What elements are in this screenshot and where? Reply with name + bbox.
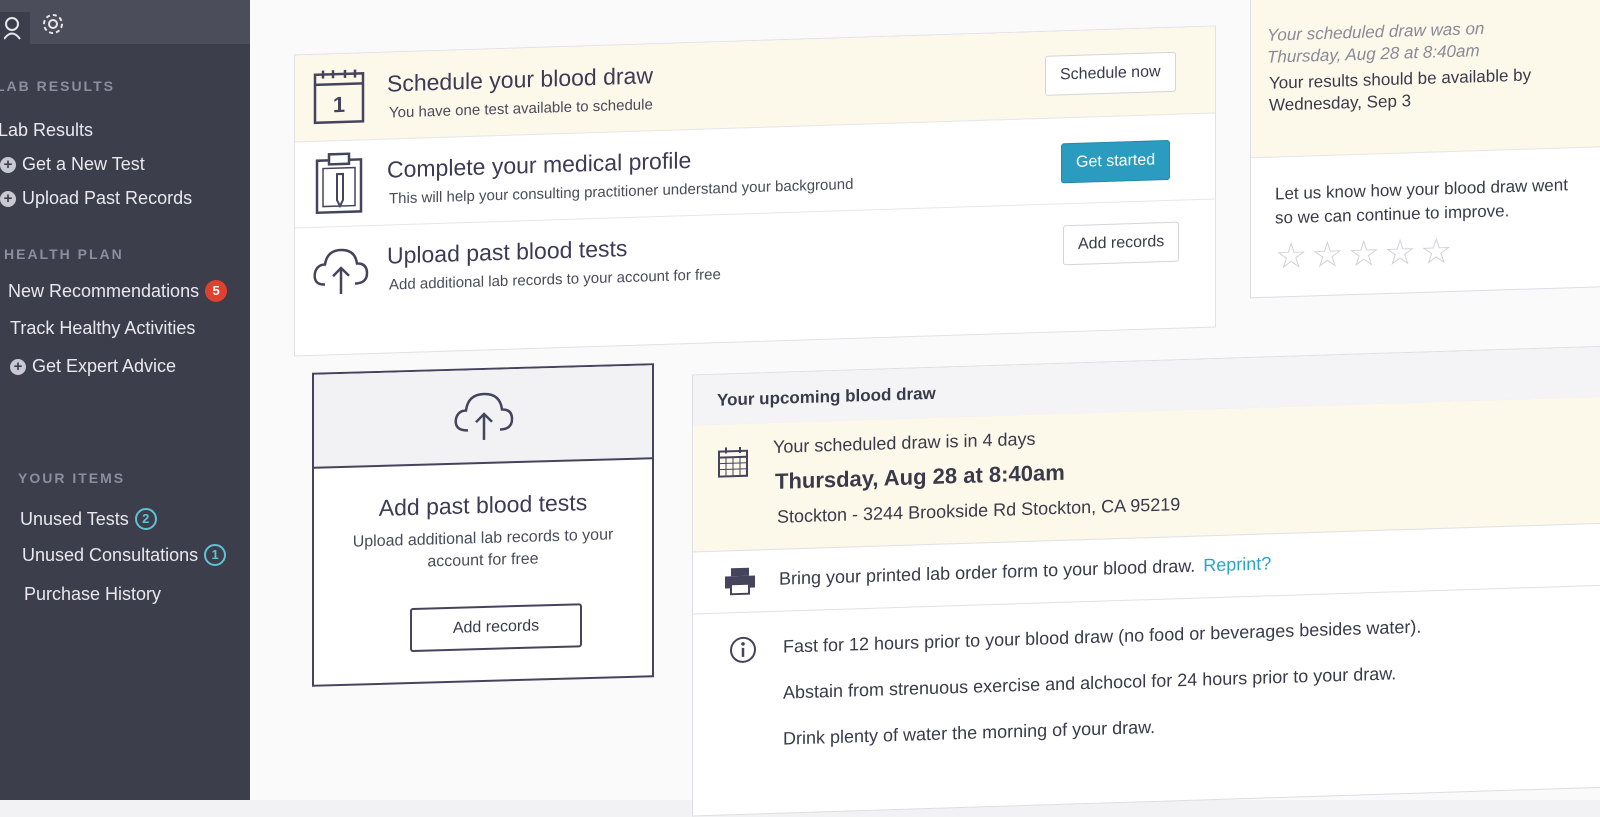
calendar-day: 1 [333,92,345,117]
sidebar-item-purchase-history[interactable]: Purchase History [24,584,161,605]
task-list: 1 Schedule your blood draw You have one … [294,25,1216,357]
sidebar-item-lab-results[interactable]: Lab Results [0,120,93,141]
section-health-plan: HEALTH PLAN [4,246,124,262]
clipboard-icon [315,152,363,215]
sidebar-item-track-healthy-activities[interactable]: Track Healthy Activities [10,318,195,339]
sidebar-item-label: Get Expert Advice [32,356,177,376]
settings-tab[interactable] [38,8,68,40]
recommendations-badge: 5 [205,280,228,302]
upcoming-draw-panel: Your upcoming blood draw Your scheduled … [692,345,1600,817]
draw-instructions: Fast for 12 hours prior to your blood dr… [693,585,1600,814]
main-content: 1 Schedule your blood draw You have one … [250,0,1600,817]
reprint-link[interactable]: Reprint? [1203,553,1271,575]
get-started-button[interactable]: Get started [1061,139,1171,184]
draw-was-on: Your scheduled draw was on Thursday, Aug… [1267,18,1485,67]
star-rating[interactable]: ☆ ☆ ☆ ☆ ☆ [1275,230,1452,277]
section-lab-results: LAB RESULTS [0,78,115,94]
sidebar-item-upload-past-records[interactable]: + Upload Past Records [0,188,192,209]
sidebar-item-get-expert-advice[interactable]: + Get Expert Advice [10,356,176,377]
draw-countdown: Your scheduled draw is in 4 days [773,428,1036,457]
schedule-now-button[interactable]: Schedule now [1045,51,1176,96]
upload-card-title: Add past blood tests [378,489,588,521]
printer-icon [725,567,755,596]
star-icon[interactable]: ☆ [1348,232,1380,274]
print-reminder-text: Bring your printed lab order form to you… [779,555,1196,589]
past-draw-summary: Your scheduled draw was on Thursday, Aug… [1251,0,1600,159]
cloud-upload-icon [454,392,514,441]
draw-date: Thursday, Aug 28 at 8:40am [775,459,1065,494]
sidebar-item-label: Purchase History [24,584,162,604]
star-icon[interactable]: ☆ [1420,230,1452,272]
results-available: Your results should be available by Wedn… [1269,65,1532,115]
calendar-grid-icon [718,446,748,478]
sidebar-item-label: New Recommendations [8,280,200,301]
user-icon [4,17,21,40]
star-icon[interactable]: ☆ [1311,233,1343,275]
sidebar-top-bar [0,0,250,44]
task-subtitle: You have one test available to schedule [389,96,653,122]
upload-card-subtitle: Upload additional lab records to your ac… [352,526,614,571]
instruction-item: Abstain from strenuous exercise and alch… [783,663,1397,703]
instruction-item: Fast for 12 hours prior to your blood dr… [783,616,1422,657]
past-draw-card: Your scheduled draw was on Thursday, Aug… [1250,0,1600,299]
task-title: Complete your medical profile [387,147,692,183]
task-subtitle: Add additional lab records to your accou… [389,266,721,294]
plus-icon: + [0,190,16,207]
feedback-prompt: Let us know how your blood draw went so … [1275,175,1568,228]
add-records-button[interactable]: Add records [1063,221,1180,266]
upload-card-header [314,365,652,469]
sidebar-item-unused-consultations[interactable]: Unused Consultations 1 [22,544,227,566]
draw-address: Stockton - 3244 Brookside Rd Stockton, C… [777,494,1181,527]
section-your-items: YOUR ITEMS [18,470,126,486]
sidebar-item-label: Unused Tests [20,508,129,529]
sidebar: LAB RESULTS Lab Results + Get a New Test… [0,0,290,800]
star-icon[interactable]: ☆ [1275,235,1307,277]
sidebar-item-unused-tests[interactable]: Unused Tests 2 [20,508,157,530]
sidebar-item-new-recommendations[interactable]: New Recommendations 5 [8,280,228,302]
sidebar-item-label: Track Healthy Activities [10,318,196,338]
star-icon[interactable]: ☆ [1384,231,1416,273]
upcoming-draw-title: Your upcoming blood draw [717,383,936,410]
sidebar-item-label: Lab Results [0,120,94,140]
sidebar-item-label: Upload Past Records [22,188,193,208]
upload-card: Add past blood tests Upload additional l… [312,363,654,687]
task-title: Upload past blood tests [387,235,628,269]
sidebar-item-label: Unused Consultations [22,544,199,565]
instruction-item: Drink plenty of water the morning of you… [783,716,1156,749]
upload-card-add-records-button[interactable]: Add records [410,603,582,653]
unused-consultations-badge: 1 [204,544,227,566]
cloud-upload-icon [313,248,369,295]
sidebar-item-get-new-test[interactable]: + Get a New Test [0,154,145,175]
task-title: Schedule your blood draw [387,62,653,97]
plus-icon: + [10,358,26,375]
sidebar-item-label: Get a New Test [22,154,145,174]
plus-icon: + [0,156,16,173]
gear-icon [43,14,63,34]
unused-tests-badge: 2 [134,508,157,530]
profile-tab[interactable] [0,12,30,44]
calendar-icon: 1 [313,69,365,125]
info-icon [730,636,756,663]
